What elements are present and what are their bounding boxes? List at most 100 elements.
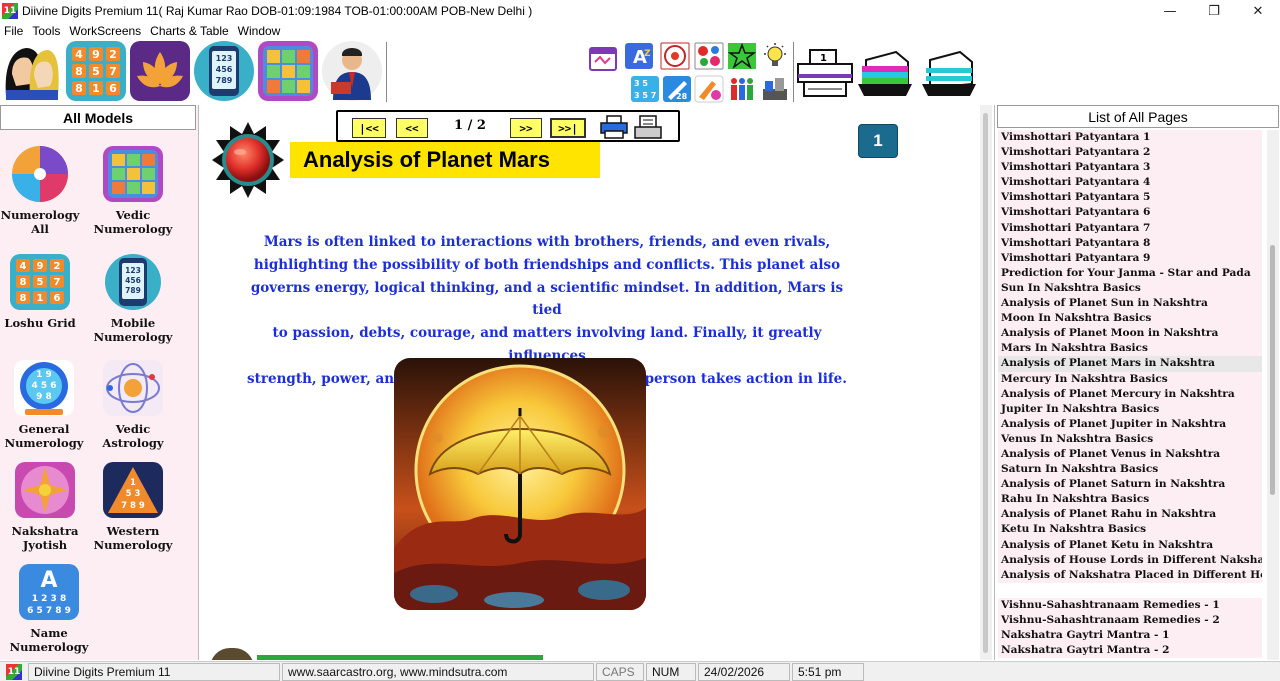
page-list-item[interactable]: Moon In Nakshtra Basics	[998, 311, 1262, 327]
page-list-item[interactable]: Vimshottari Patyantara 1	[998, 130, 1262, 146]
pages-scrollbar[interactable]	[1267, 130, 1279, 660]
page-list-item[interactable]: Analysis of Planet Saturn in Nakshtra	[998, 477, 1262, 493]
printer-preview-icon[interactable]: 1	[796, 48, 854, 98]
model-loshu-grid[interactable]: 492 857 816 Loshu Grid	[0, 253, 85, 330]
content-scrollbar[interactable]	[980, 105, 992, 660]
svg-text:6: 6	[109, 82, 117, 95]
page-list-item[interactable]: Vimshottari Patyantara 3	[998, 160, 1262, 176]
lotus-toolbar-icon[interactable]	[129, 40, 191, 102]
chakra-icon[interactable]	[660, 42, 690, 70]
page-list-item[interactable]: Nakshatra Gaytri Mantra - 1	[998, 628, 1262, 644]
page-list-item[interactable]: Nakshatra Gaytri Mantra - 2	[998, 643, 1262, 659]
svg-text:7 8 9: 7 8 9	[121, 501, 145, 511]
status-time: 5:51 pm	[792, 662, 864, 681]
astrologer-toolbar-icon[interactable]	[321, 40, 383, 102]
page-list-item[interactable]: Analysis of Planet Venus in Nakshtra	[998, 446, 1262, 463]
next-page-button[interactable]: >>	[510, 118, 542, 138]
model-label-line1: Nakshatra	[11, 524, 79, 538]
page-list-item[interactable]: Vimshottari Patyantara 9	[998, 250, 1262, 266]
page-list-item[interactable]: Vimshottari Patyantara 8	[998, 235, 1262, 251]
pages-scrollbar-thumb[interactable]	[1270, 245, 1275, 495]
page-list-item[interactable]: Vimshottari Patyantara 4	[998, 175, 1262, 191]
people-icon[interactable]	[727, 75, 757, 103]
model-vedic-astrology[interactable]: Vedic Astrology	[88, 359, 178, 450]
svg-text:456: 456	[125, 276, 141, 285]
star-chart-icon[interactable]	[727, 42, 757, 70]
previous-page-button[interactable]: <<	[396, 118, 428, 138]
books-icon[interactable]	[760, 75, 790, 103]
print-icon[interactable]	[600, 115, 628, 139]
page-list-item[interactable]: Prediction for Your Janma - Star and Pad…	[998, 265, 1262, 281]
page-list-item[interactable]: Analysis of Planet Moon in Nakshtra	[998, 326, 1262, 342]
page-list-item[interactable]: Analysis of Planet Mars in Nakshtra	[998, 356, 1262, 372]
model-label-line2: All	[31, 222, 49, 236]
menu-window[interactable]: Window	[234, 24, 286, 38]
svg-text:789: 789	[125, 286, 141, 295]
model-western-numerology[interactable]: 15 3 7 8 9 Western Numerology	[88, 461, 178, 552]
maximize-button[interactable]: ❐	[1192, 0, 1236, 22]
minimize-button[interactable]: —	[1148, 0, 1192, 22]
description-line: governs energy, logical thinking, and a …	[250, 279, 844, 319]
page-list-item[interactable]: Analysis of Nakshatra Placed in Differen…	[998, 567, 1262, 583]
page-list-item[interactable]: Analysis of Planet Ketu in Nakshtra	[998, 537, 1262, 553]
page-list-item[interactable]: Analysis of Planet Jupiter in Nakshtra	[998, 416, 1262, 432]
svg-text:2: 2	[54, 261, 61, 272]
page-list-item[interactable]: Analysis of House Lords in Different Nak…	[998, 552, 1262, 568]
page-list-item[interactable]: Analysis of Planet Rahu in Nakshtra	[998, 507, 1262, 523]
page-list-item[interactable]: Sun In Nakshtra Basics	[998, 280, 1262, 297]
numbers-icon[interactable]: 3 5 3 5 7	[630, 75, 660, 103]
page-list-item[interactable]: Analysis of Planet Sun in Nakshtra	[998, 296, 1262, 312]
dots-chart-icon[interactable]	[694, 42, 724, 70]
page-list-item[interactable]: Ketu In Nakshtra Basics	[998, 522, 1262, 538]
faces-icon[interactable]	[0, 40, 62, 102]
page-list-item[interactable]: Vishnu-Sahashtranaam Remedies - 1	[998, 597, 1262, 613]
color-printer-icon[interactable]	[856, 48, 914, 98]
toolbar-separator	[386, 42, 387, 102]
page-list-item[interactable]: Mercury In Nakshtra Basics	[998, 371, 1262, 387]
page-list-item[interactable]: Vimshottari Patyantara 6	[998, 205, 1262, 221]
menu-file[interactable]: File	[0, 24, 28, 38]
svg-text:789: 789	[216, 76, 233, 85]
model-label-line1: Mobile	[110, 316, 156, 330]
model-label-line1: Loshu Grid	[4, 316, 76, 330]
loshu-grid-toolbar-icon[interactable]: 492 857 816	[65, 40, 127, 102]
model-label-line1: Vedic	[115, 422, 151, 436]
model-vedic-numerology[interactable]: Vedic Numerology	[88, 145, 178, 236]
vedic-grid-toolbar-icon[interactable]	[257, 40, 319, 102]
menu-charts-table[interactable]: Charts & Table	[146, 24, 234, 38]
pen-numbers-icon[interactable]: 28	[662, 75, 692, 103]
paint-icon[interactable]	[694, 75, 724, 103]
page-list-item[interactable]: Rahu In Nakshtra Basics	[998, 492, 1262, 508]
model-mobile-numerology[interactable]: 123 456 789 Mobile Numerology	[88, 253, 178, 344]
close-button[interactable]: ✕	[1236, 0, 1280, 22]
bulb-icon[interactable]	[760, 42, 790, 70]
page-list-item[interactable]: Vimshottari Patyantara 2	[998, 145, 1262, 161]
page-list-item[interactable]: Analysis of Planet Mercury in Nakshtra	[998, 386, 1262, 402]
calendar-icon[interactable]	[588, 44, 618, 72]
menu-workscreens[interactable]: WorkScreens	[65, 24, 146, 38]
mobile-toolbar-icon[interactable]: 123 456 789	[193, 40, 255, 102]
print-preview-icon[interactable]	[634, 115, 662, 139]
svg-text:8: 8	[20, 277, 27, 288]
last-page-button[interactable]: >>|	[550, 118, 586, 138]
svg-text:8: 8	[20, 293, 27, 304]
page-list-item[interactable]: Mars In Nakshtra Basics	[998, 341, 1262, 357]
page-list-item[interactable]: Vimshottari Patyantara 7	[998, 220, 1262, 236]
model-numerology-all[interactable]: Numerology All	[0, 145, 85, 236]
page-list-item[interactable]: Vimshottari Patyantara 5	[998, 190, 1262, 206]
page-list-item[interactable]: Venus In Nakshtra Basics	[998, 431, 1262, 447]
page-list-item[interactable]: Vishnu-Sahashtranaam Remedies - 2	[998, 613, 1262, 629]
content-scrollbar-thumb[interactable]	[983, 113, 988, 653]
model-nakshatra-jyotish[interactable]: Nakshatra Jyotish	[0, 461, 90, 552]
page-list-item[interactable]: Saturn In Nakshtra Basics	[998, 462, 1262, 478]
main-content: |<< << 1 / 2 >> >>| 1 Analysis of Planet…	[200, 105, 992, 660]
alphabet-icon[interactable]: A Z	[624, 42, 654, 70]
menu-tools[interactable]: Tools	[28, 24, 65, 38]
model-name-numerology[interactable]: A 1 2 3 8 6 5 7 8 9 Name Numerology	[4, 563, 94, 654]
printer-icon[interactable]	[920, 48, 978, 98]
page-list-item[interactable]: Jupiter In Nakshtra Basics	[998, 401, 1262, 417]
model-general-numerology[interactable]: 1 94 5 69 8 General Numerology	[0, 359, 89, 450]
title-bar: 11 Diivine Digits Premium 11( Raj Kumar …	[0, 0, 1280, 22]
menu-bar: File Tools WorkScreens Charts & Table Wi…	[0, 22, 1280, 40]
first-page-button[interactable]: |<<	[352, 118, 386, 138]
